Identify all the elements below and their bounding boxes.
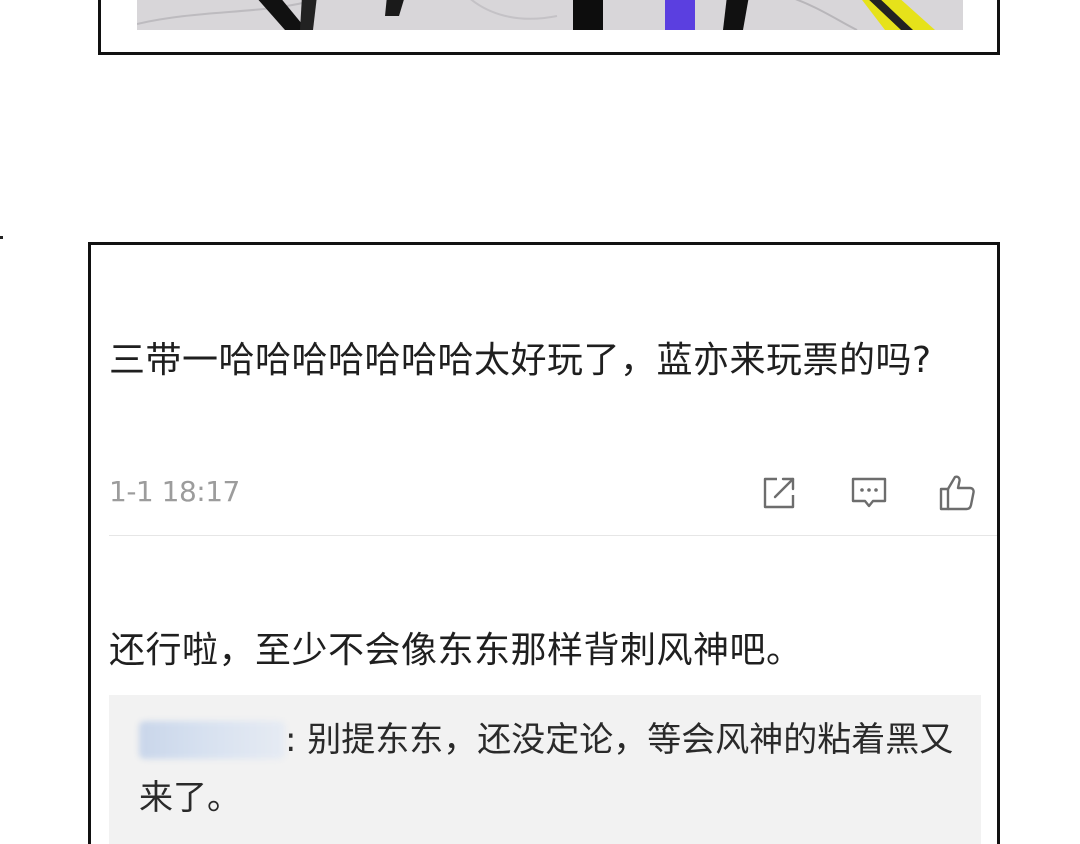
reply-box: : 别提东东，还没定论，等会风神的粘着黑又来了。 <box>109 695 981 844</box>
comment-icon <box>851 477 887 508</box>
comment-2-text: 还行啦，至少不会像东东那样背刺风神吧。 <box>109 630 803 671</box>
like-button[interactable] <box>935 471 979 515</box>
comic-panel-top <box>98 0 1000 55</box>
reply-button[interactable] <box>847 471 891 515</box>
thumbs-up-icon <box>939 475 975 511</box>
comic-illustration-art <box>137 0 963 30</box>
share-icon <box>763 477 795 509</box>
share-button[interactable] <box>757 471 801 515</box>
comment-1-meta: 1-1 18:17 <box>109 471 981 515</box>
page-speck <box>0 236 3 239</box>
comment-1-text: 三带一哈哈哈哈哈哈哈太好玩了，蓝亦来玩票的吗? <box>109 340 932 381</box>
comment-1-timestamp: 1-1 18:17 <box>109 475 240 508</box>
reply-content: : 别提东东，还没定论，等会风神的粘着黑又来了。 <box>139 711 959 827</box>
reply-separator: : <box>285 720 297 760</box>
comic-page: 三带一哈哈哈哈哈哈哈太好玩了，蓝亦来玩票的吗? 1-1 18:17 还行啦，至少… <box>0 0 1080 844</box>
comic-illustration <box>137 0 963 30</box>
comment-divider <box>109 535 997 536</box>
comment-screenshot-panel: 三带一哈哈哈哈哈哈哈太好玩了，蓝亦来玩票的吗? 1-1 18:17 还行啦，至少… <box>88 242 1000 844</box>
reply-author-blurred <box>139 721 285 759</box>
